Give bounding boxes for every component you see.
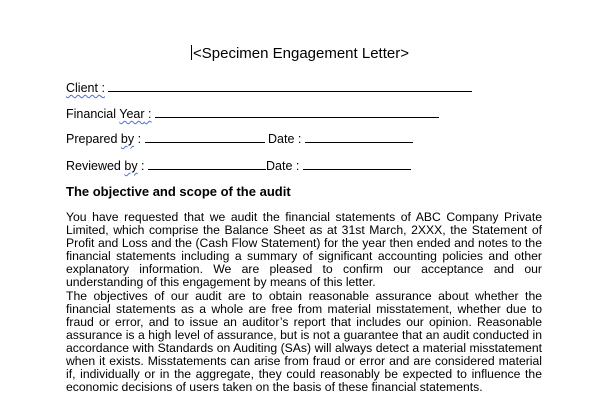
prepared-by-input-line[interactable]: [144, 131, 265, 143]
client-field-row: Client :: [66, 80, 473, 96]
prepared-by-field-row: Prepared by : Date :: [66, 131, 413, 147]
reviewed-by-field-row: Reviewed by : Date :: [66, 158, 411, 174]
prepared-date-label: Date :: [268, 132, 302, 146]
prepared-by-label: Prepared by :: [66, 132, 142, 146]
document-title: <Specimen Engagement Letter>: [191, 45, 409, 62]
text-cursor: [191, 45, 192, 60]
paragraph-objectives: The objectives of our audit are to obtai…: [66, 289, 542, 394]
reviewed-date-label: Date :: [266, 159, 300, 173]
reviewed-by-label: Reviewed by :: [66, 159, 145, 173]
client-label: Client :: [66, 81, 105, 95]
financial-year-label: Financial Year :: [66, 107, 152, 121]
financial-year-input-line[interactable]: [154, 106, 439, 118]
reviewed-date-input-line[interactable]: [302, 158, 411, 170]
paragraph-request: You have requested that we audit the fin…: [66, 210, 542, 289]
financial-year-field-row: Financial Year :: [66, 106, 439, 122]
client-input-line[interactable]: [108, 80, 473, 92]
prepared-date-input-line[interactable]: [304, 131, 413, 143]
reviewed-by-input-line[interactable]: [148, 158, 267, 170]
section-heading: The objective and scope of the audit: [66, 184, 291, 199]
